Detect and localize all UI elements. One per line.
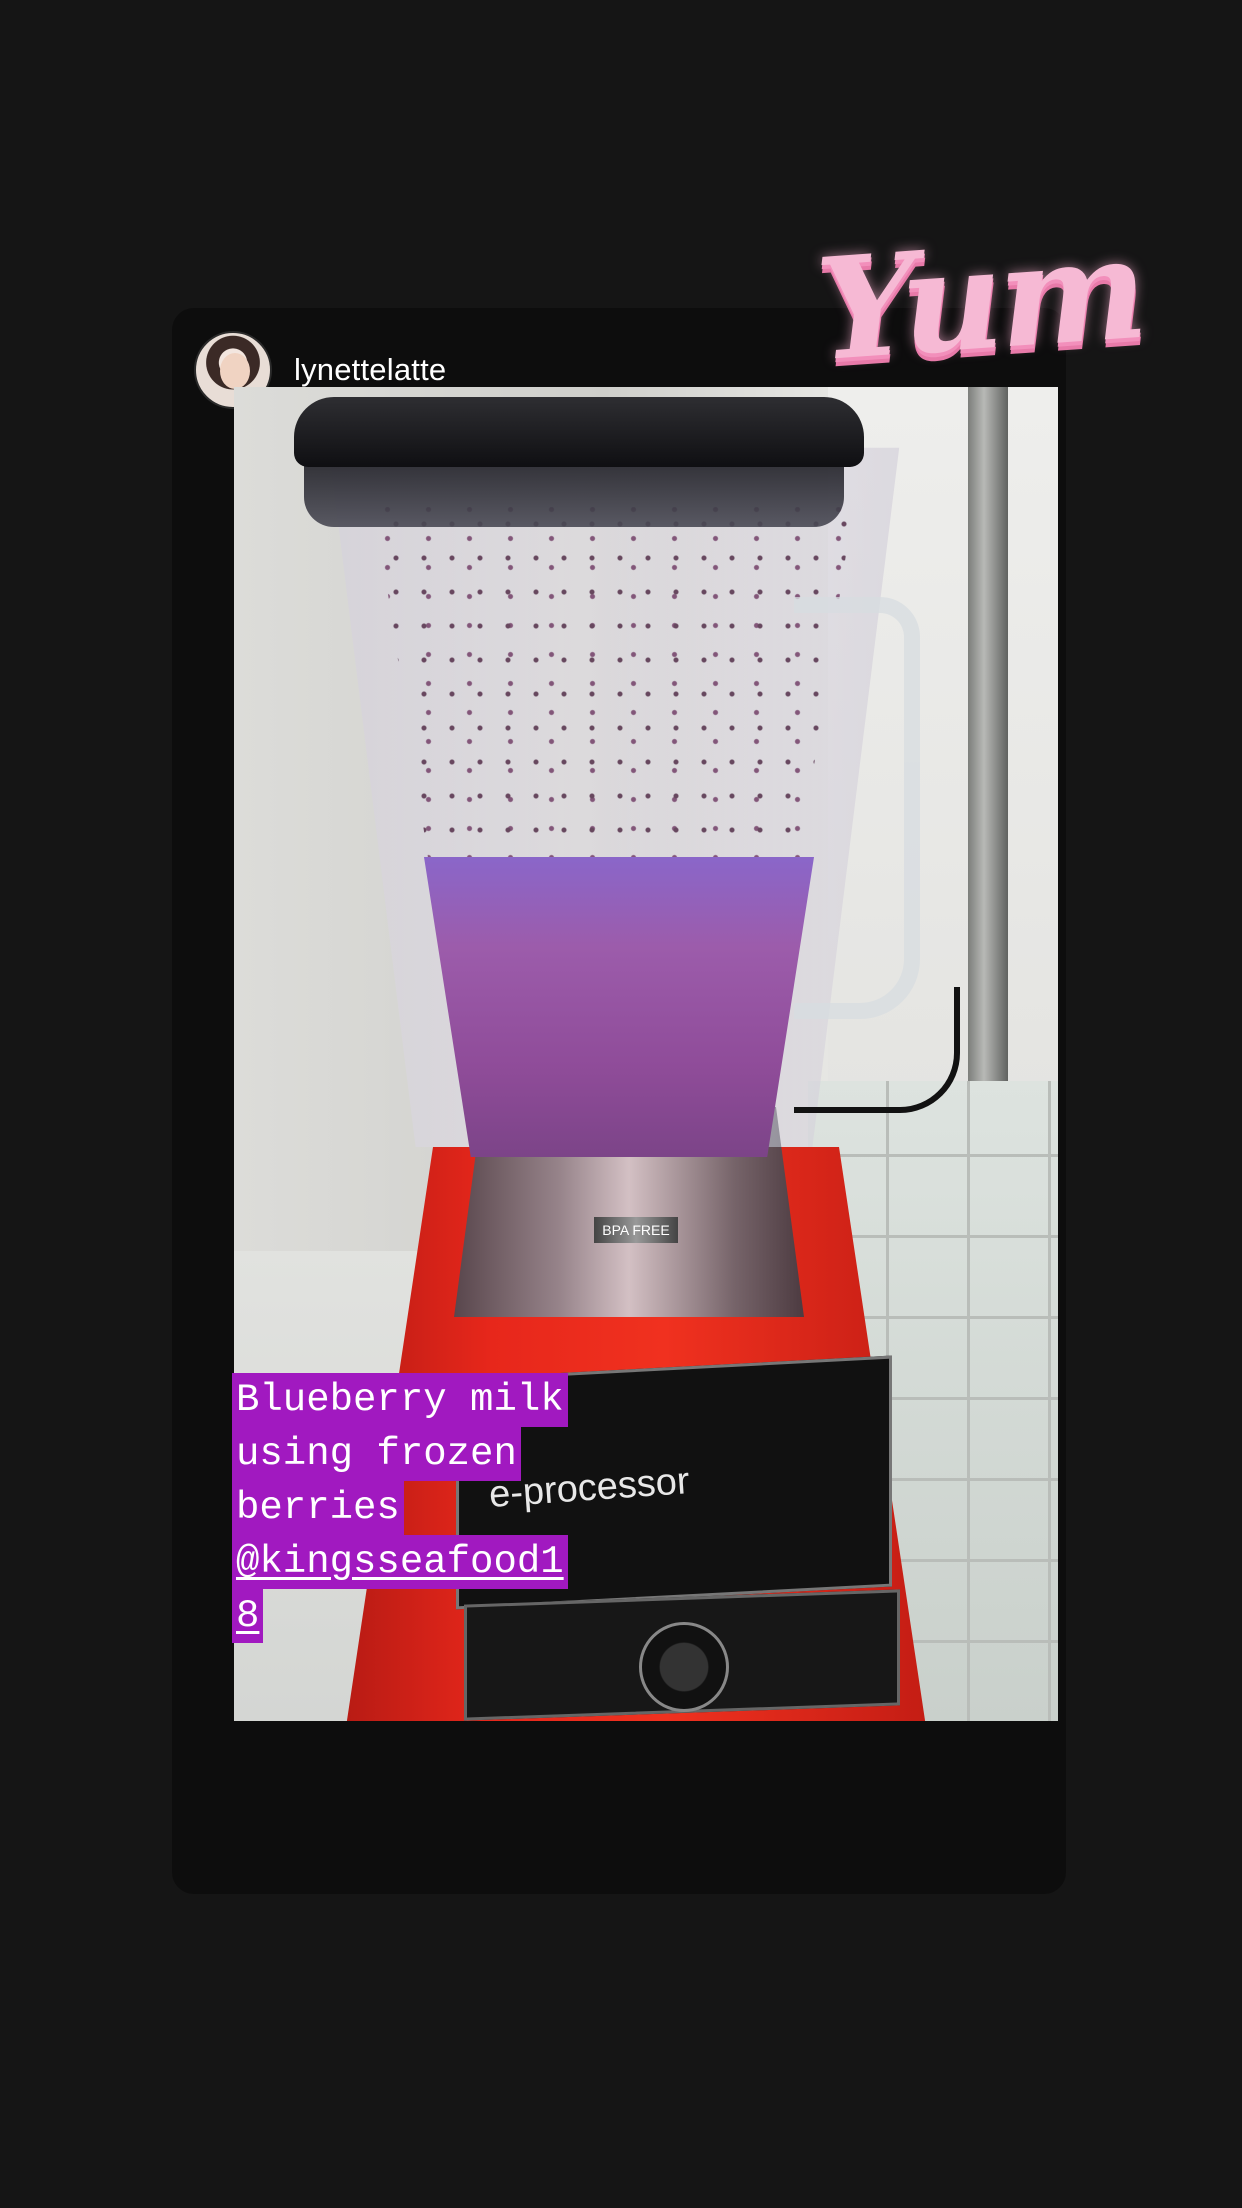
photo-door-frame xyxy=(968,387,1008,1087)
yum-sticker-text: Yum xyxy=(811,206,1149,394)
mention-link[interactable]: @kingsseafood1 xyxy=(232,1535,568,1589)
yum-sticker[interactable]: Yum xyxy=(811,199,1149,401)
story-screen: lynettelatte e-processor BPA FREE Bluebe… xyxy=(0,0,1242,2208)
blender-handle xyxy=(794,597,920,1019)
bpa-free-badge: BPA FREE xyxy=(594,1217,678,1243)
blender-cord xyxy=(794,987,960,1113)
blueberry-milk xyxy=(424,857,814,1157)
caption-line: berries xyxy=(232,1481,404,1535)
username[interactable]: lynettelatte xyxy=(294,352,446,388)
caption-sticker[interactable]: Blueberry milk using frozen berries @kin… xyxy=(232,1373,672,1643)
caption-line: Blueberry milk xyxy=(232,1373,568,1427)
blender-lid xyxy=(294,397,864,467)
caption-line: using frozen xyxy=(232,1427,521,1481)
mention-link-continued[interactable]: 8 xyxy=(232,1589,264,1643)
blender-lid-rim xyxy=(304,457,844,527)
